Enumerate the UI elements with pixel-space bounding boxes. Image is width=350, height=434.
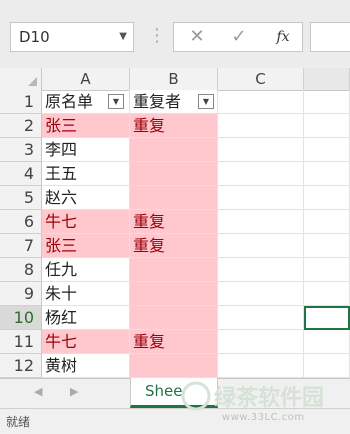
cell-b[interactable] — [130, 138, 218, 162]
table-row: 11 牛七 重复 — [0, 330, 350, 354]
watermark-url: www.33LC.com — [222, 412, 305, 423]
cell-a[interactable]: 牛七 — [42, 330, 130, 354]
table-row: 7 张三 重复 — [0, 234, 350, 258]
cell-b[interactable]: 重复 — [130, 234, 218, 258]
confirm-icon[interactable]: ✓ — [224, 23, 254, 51]
scroll-left-icon[interactable]: ◀ — [34, 385, 42, 398]
cell-a[interactable]: 王五 — [42, 162, 130, 186]
formula-buttons: ✕ ✓ fx — [173, 22, 303, 52]
cell-d[interactable] — [304, 138, 350, 162]
cell-b[interactable] — [130, 258, 218, 282]
row-header[interactable]: 8 — [0, 258, 42, 282]
table-row: 4 王五 — [0, 162, 350, 186]
table-row: 10 杨红 — [0, 306, 350, 330]
scroll-right-icon[interactable]: ▶ — [70, 385, 78, 398]
cell-b[interactable] — [130, 306, 218, 330]
cell-a[interactable]: 张三 — [42, 234, 130, 258]
more-options-icon: ⋮ — [148, 25, 166, 46]
selected-cell-d10[interactable] — [304, 306, 350, 330]
cell-c[interactable] — [218, 258, 304, 282]
cell-b[interactable] — [130, 162, 218, 186]
cell-a[interactable]: 杨红 — [42, 306, 130, 330]
column-header-d[interactable] — [304, 68, 350, 90]
cell-b[interactable]: 重复 — [130, 330, 218, 354]
cell-c[interactable] — [218, 162, 304, 186]
cell-c[interactable] — [218, 210, 304, 234]
cell-b[interactable] — [130, 354, 218, 378]
sheet-tab[interactable]: Shee — [130, 378, 218, 408]
cell-a[interactable]: 牛七 — [42, 210, 130, 234]
cell-d[interactable] — [304, 162, 350, 186]
row-header[interactable]: 1 — [0, 90, 42, 114]
cell-d[interactable] — [304, 210, 350, 234]
name-box-value: D10 — [19, 28, 50, 46]
row-header[interactable]: 5 — [0, 186, 42, 210]
table-row: 2 张三 重复 — [0, 114, 350, 138]
cell-a[interactable]: 张三 — [42, 114, 130, 138]
cell-a[interactable]: 朱十 — [42, 282, 130, 306]
table-row: 12 黄树 — [0, 354, 350, 378]
cell-c[interactable] — [218, 330, 304, 354]
cell-b[interactable] — [130, 186, 218, 210]
cell-a[interactable]: 任九 — [42, 258, 130, 282]
column-header-b[interactable]: B — [130, 68, 218, 90]
table-row: 8 任九 — [0, 258, 350, 282]
cell-c[interactable] — [218, 186, 304, 210]
cell-b[interactable] — [130, 282, 218, 306]
sheet-tab-bar: ◀ ▶ Shee — [0, 378, 350, 409]
insert-function-icon[interactable]: fx — [268, 23, 298, 51]
cell-c[interactable] — [218, 90, 304, 114]
cell-c[interactable] — [218, 138, 304, 162]
cell-a[interactable]: 赵六 — [42, 186, 130, 210]
table-row: 1 原名单 重复者 ▼ ▼ — [0, 90, 350, 114]
cell-c[interactable] — [218, 234, 304, 258]
table-row: 3 李四 — [0, 138, 350, 162]
table-row: 9 朱十 — [0, 282, 350, 306]
cell-a[interactable]: 黄树 — [42, 354, 130, 378]
chevron-down-icon[interactable]: ▼ — [119, 23, 127, 51]
formula-input[interactable] — [310, 22, 350, 52]
table-row: 5 赵六 — [0, 186, 350, 210]
row-header[interactable]: 10 — [0, 306, 42, 330]
cell-b[interactable]: 重复 — [130, 114, 218, 138]
cell-c[interactable] — [218, 354, 304, 378]
filter-dropdown-icon[interactable]: ▼ — [198, 94, 214, 109]
cell-a[interactable]: 李四 — [42, 138, 130, 162]
cell-c[interactable] — [218, 306, 304, 330]
cell-d[interactable] — [304, 330, 350, 354]
cell-d[interactable] — [304, 354, 350, 378]
row-header[interactable]: 6 — [0, 210, 42, 234]
table-row: 6 牛七 重复 — [0, 210, 350, 234]
select-all-icon — [28, 77, 37, 86]
column-header-row: A B C — [0, 68, 350, 91]
row-header[interactable]: 7 — [0, 234, 42, 258]
select-all-corner[interactable] — [0, 68, 42, 90]
cancel-icon[interactable]: ✕ — [182, 23, 212, 51]
row-header[interactable]: 11 — [0, 330, 42, 354]
cell-c[interactable] — [218, 114, 304, 138]
formula-bar: D10 ▼ ⋮ ✕ ✓ fx — [0, 0, 350, 76]
row-header[interactable]: 3 — [0, 138, 42, 162]
filter-dropdown-icon[interactable]: ▼ — [108, 94, 124, 109]
column-header-c[interactable]: C — [218, 68, 304, 90]
cell-c[interactable] — [218, 282, 304, 306]
row-header[interactable]: 12 — [0, 354, 42, 378]
cell-d[interactable] — [304, 90, 350, 114]
cell-d[interactable] — [304, 234, 350, 258]
row-header[interactable]: 9 — [0, 282, 42, 306]
cell-b[interactable]: 重复 — [130, 210, 218, 234]
name-box[interactable]: D10 ▼ — [10, 22, 134, 52]
status-text: 就绪 — [6, 415, 31, 429]
row-header[interactable]: 4 — [0, 162, 42, 186]
cell-d[interactable] — [304, 114, 350, 138]
row-header[interactable]: 2 — [0, 114, 42, 138]
column-header-a[interactable]: A — [42, 68, 130, 90]
cell-d[interactable] — [304, 282, 350, 306]
cell-d[interactable] — [304, 258, 350, 282]
cell-d[interactable] — [304, 186, 350, 210]
